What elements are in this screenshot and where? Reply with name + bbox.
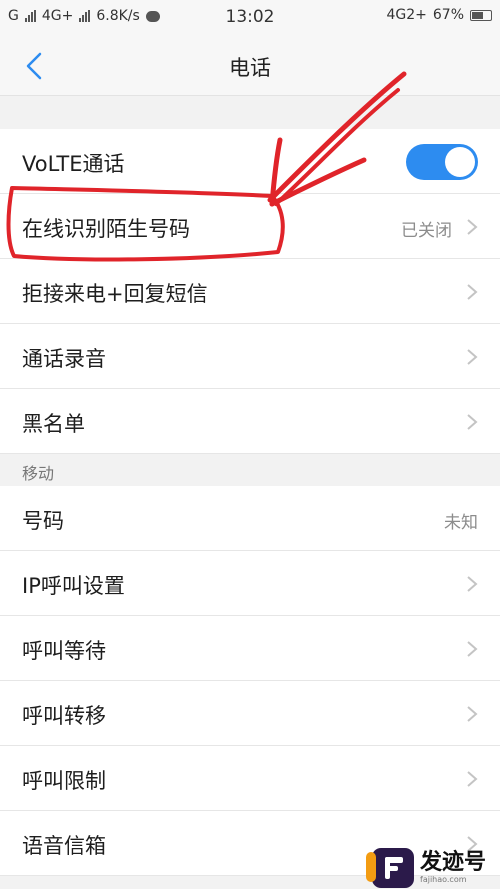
settings-list: VoLTE通话 在线识别陌生号码 已关闭 拒接来电+回复短信 通话录音 黑名单 … — [0, 129, 500, 876]
watermark-name: 发迹号 — [420, 849, 487, 875]
chevron-right-icon — [467, 576, 478, 592]
watermark-url: fajihao.com — [420, 874, 467, 884]
row-label: 拒接来电+回复短信 — [22, 282, 208, 306]
watermark-logo — [366, 847, 414, 888]
section-header: 移动 — [0, 454, 500, 486]
chevron-right-icon — [467, 706, 478, 722]
chevron-right-icon — [467, 641, 478, 657]
settings-row-blacklist[interactable]: 黑名单 — [0, 389, 500, 454]
battery-percent: 67% — [432, 7, 464, 23]
status-bar: G 4G+ 6.8K/s 13:02 4G2+ 67% — [0, 0, 500, 34]
chevron-right-icon — [467, 219, 478, 235]
row-label: 呼叫限制 — [22, 769, 106, 793]
settings-row-call-waiting[interactable]: 呼叫等待 — [0, 616, 500, 681]
row-label: 呼叫等待 — [22, 639, 106, 663]
settings-row-ip-call[interactable]: IP呼叫设置 — [0, 551, 500, 616]
volte-toggle[interactable] — [406, 144, 478, 180]
row-label: IP呼叫设置 — [22, 574, 125, 598]
settings-row-number[interactable]: 号码 未知 — [0, 486, 500, 551]
battery-icon — [470, 9, 492, 21]
row-value: 未知 — [444, 513, 478, 533]
chevron-right-icon — [467, 414, 478, 430]
settings-row-volte[interactable]: VoLTE通话 — [0, 129, 500, 194]
row-label: 语音信箱 — [22, 834, 106, 858]
chevron-right-icon — [467, 349, 478, 365]
page-title: 电话 — [229, 56, 271, 80]
row-label: 在线识别陌生号码 — [22, 217, 190, 241]
watermark-text: 发迹号 fajihao.com — [420, 849, 487, 884]
status-right: 4G2+ 67% — [386, 7, 492, 23]
settings-row-call-recording[interactable]: 通话录音 — [0, 324, 500, 389]
navigation-bar: 电话 — [0, 34, 500, 96]
settings-row-reject-sms[interactable]: 拒接来电+回复短信 — [0, 259, 500, 324]
row-label: 黑名单 — [22, 412, 85, 436]
row-label: VoLTE通话 — [22, 152, 125, 176]
settings-row-call-barring[interactable]: 呼叫限制 — [0, 746, 500, 811]
settings-row-call-forwarding[interactable]: 呼叫转移 — [0, 681, 500, 746]
row-value: 已关闭 — [401, 221, 452, 241]
row-label: 通话录音 — [22, 347, 106, 371]
row-label: 呼叫转移 — [22, 704, 106, 728]
chevron-right-icon — [467, 284, 478, 300]
watermark: 发迹号 fajihao.com — [366, 846, 500, 889]
settings-row-stranger-id[interactable]: 在线识别陌生号码 已关闭 — [0, 194, 500, 259]
toggle-knob — [445, 147, 475, 177]
network-label-right: 4G2+ — [386, 7, 427, 23]
chevron-right-icon — [467, 771, 478, 787]
row-label: 号码 — [22, 509, 64, 533]
